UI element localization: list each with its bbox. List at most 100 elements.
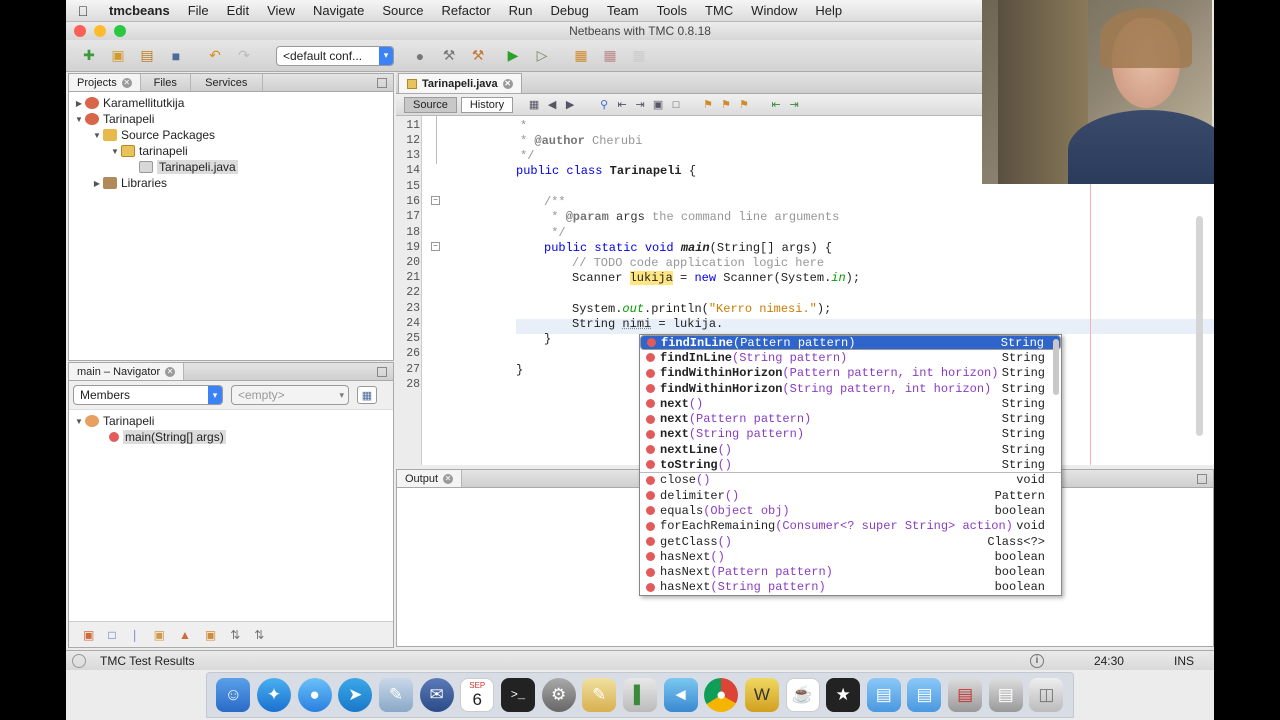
sort-by-name-icon[interactable]: ⇅ xyxy=(230,628,240,642)
numbers-icon[interactable]: ▌ xyxy=(622,678,657,712)
collapse-icon[interactable]: ▼ xyxy=(91,131,103,140)
find-next-icon[interactable]: ⇥ xyxy=(633,98,647,112)
completion-item[interactable]: close() void xyxy=(640,473,1061,488)
source-view-button[interactable]: Source xyxy=(404,96,457,113)
last-edit-icon[interactable]: ▦ xyxy=(527,98,541,112)
save-all-icon[interactable]: ■ xyxy=(165,45,187,67)
preview-icon[interactable]: ✎ xyxy=(378,678,413,712)
menu-team[interactable]: Team xyxy=(598,3,648,18)
next-bookmark-icon[interactable]: ⚑ xyxy=(719,98,733,112)
minimize-window-icon[interactable] xyxy=(94,25,106,37)
java-icon[interactable]: ☕ xyxy=(785,678,820,712)
redo-icon[interactable]: ↷ xyxy=(233,45,255,67)
close-icon[interactable]: ✕ xyxy=(443,473,454,484)
completion-item[interactable]: toString() String xyxy=(640,457,1061,473)
wireshark-icon[interactable]: ◄ xyxy=(663,678,698,712)
tree-item-libraries[interactable]: ▶ Libraries xyxy=(69,175,393,191)
expand-icon[interactable]: ▶ xyxy=(91,179,103,188)
menu-window[interactable]: Window xyxy=(742,3,806,18)
finder-icon[interactable]: ☺ xyxy=(216,678,251,712)
globe-icon[interactable]: ● xyxy=(409,45,431,67)
apple-icon[interactable]:  xyxy=(66,3,100,19)
tab-services[interactable]: Services xyxy=(191,74,263,91)
toggle-bookmark-icon[interactable]: ⚑ xyxy=(737,98,751,112)
open-project-icon[interactable]: ▤ xyxy=(136,45,158,67)
close-icon[interactable]: ✕ xyxy=(121,77,132,88)
show-static-icon[interactable]: ❘ xyxy=(130,628,140,642)
build-icon[interactable]: ⚒ xyxy=(438,45,460,67)
nav-item-main[interactable]: main(String[] args) xyxy=(69,429,393,445)
menu-app-name[interactable]: tmcbeans xyxy=(100,3,179,18)
messages-icon[interactable]: ● xyxy=(297,678,332,712)
tab-tarinapeli-java[interactable]: Tarinapeli.java ✕ xyxy=(398,73,522,93)
fold-toggle-icon[interactable]: − xyxy=(431,196,440,205)
info-icon[interactable]: i xyxy=(1029,653,1044,668)
history-view-button[interactable]: History xyxy=(460,96,514,113)
completion-item[interactable]: hasNext() boolean xyxy=(640,549,1061,564)
safari-icon[interactable]: ✦ xyxy=(256,678,291,712)
close-icon[interactable]: ✕ xyxy=(165,366,176,377)
menu-debug[interactable]: Debug xyxy=(542,3,598,18)
cs-app-icon[interactable]: ★ xyxy=(826,678,861,712)
completion-item[interactable]: getClass() Class<?> xyxy=(640,534,1061,549)
tree-item-package-tarinapeli[interactable]: ▼ tarinapeli xyxy=(69,143,393,159)
tmc-test-results-link[interactable]: TMC Test Results xyxy=(100,654,194,668)
filter-icon[interactable]: ▣ xyxy=(205,628,216,642)
completion-item[interactable]: forEachRemaining(Consumer<? super String… xyxy=(640,519,1061,534)
menu-tmc[interactable]: TMC xyxy=(696,3,742,18)
tree-item-tarinapeli-java[interactable]: Tarinapeli.java xyxy=(69,159,393,175)
completion-item[interactable]: hasNext(Pattern pattern) boolean xyxy=(640,564,1061,579)
editor-scrollbar[interactable] xyxy=(1196,216,1203,436)
menu-edit[interactable]: Edit xyxy=(218,3,258,18)
menu-navigate[interactable]: Navigate xyxy=(304,3,373,18)
tmc-run-tests-icon[interactable]: ▦ xyxy=(570,45,592,67)
show-inner-classes-icon[interactable]: ▲ xyxy=(179,628,191,642)
forward-icon[interactable]: ▶ xyxy=(563,98,577,112)
navigator-options-icon[interactable]: ▦ xyxy=(357,386,377,404)
completion-item[interactable]: nextLine() String xyxy=(640,442,1061,457)
completion-item[interactable]: findInLine(Pattern pattern) String xyxy=(640,335,1061,351)
tmc-paste-icon[interactable]: ▦ xyxy=(628,45,650,67)
zoom-window-icon[interactable] xyxy=(114,25,126,37)
back-icon[interactable]: ◀ xyxy=(545,98,559,112)
menu-refactor[interactable]: Refactor xyxy=(433,3,500,18)
tab-output[interactable]: Output ✕ xyxy=(397,470,463,487)
members-select[interactable]: Members ▾ xyxy=(73,385,223,405)
tab-files[interactable]: Files xyxy=(141,74,191,91)
screenshot-stack-icon[interactable]: ▤ xyxy=(948,678,983,712)
toggle-rect-selection-icon[interactable]: □ xyxy=(669,98,683,112)
show-inherited-icon[interactable]: ▣ xyxy=(83,628,94,642)
collapse-icon[interactable]: ▼ xyxy=(109,147,121,156)
tmc-icon[interactable]: W xyxy=(744,678,779,712)
undo-icon[interactable]: ↶ xyxy=(204,45,226,67)
completion-item[interactable]: next(String pattern) String xyxy=(640,427,1061,442)
minimize-panel-icon[interactable] xyxy=(377,366,387,377)
textedit-icon[interactable]: ✎ xyxy=(582,678,617,712)
documents-folder-icon[interactable]: ▤ xyxy=(907,678,942,712)
sort-by-source-icon[interactable]: ⇅ xyxy=(254,628,264,642)
completion-item[interactable]: findWithinHorizon(String pattern, int ho… xyxy=(640,381,1061,396)
menu-tools[interactable]: Tools xyxy=(648,3,696,18)
tree-item-tarinapeli[interactable]: ▼ Tarinapeli xyxy=(69,111,393,127)
find-icon[interactable]: ⚲ xyxy=(597,98,611,112)
menu-source[interactable]: Source xyxy=(373,3,432,18)
completion-item[interactable]: findInLine(String pattern) String xyxy=(640,350,1061,365)
tree-item-source-packages[interactable]: ▼ Source Packages xyxy=(69,127,393,143)
telegram-icon[interactable]: ➤ xyxy=(338,678,373,712)
menu-file[interactable]: File xyxy=(179,3,218,18)
completion-scrollbar[interactable] xyxy=(1053,339,1059,395)
show-non-public-icon[interactable]: ▣ xyxy=(154,628,165,642)
collapse-icon[interactable]: ▼ xyxy=(73,417,85,426)
filter-select[interactable]: <empty> ▾ xyxy=(231,385,349,405)
completion-item[interactable]: hasNext(String pattern) boolean xyxy=(640,580,1061,595)
minimize-panel-icon[interactable] xyxy=(377,77,387,88)
tab-projects[interactable]: Projects ✕ xyxy=(69,74,141,91)
completion-item[interactable]: next() String xyxy=(640,396,1061,411)
completion-item[interactable]: next(Pattern pattern) String xyxy=(640,411,1061,426)
shift-right-icon[interactable]: ⇥ xyxy=(787,98,801,112)
show-fields-icon[interactable]: □ xyxy=(108,628,115,642)
trash-icon[interactable]: ◫ xyxy=(1029,678,1064,712)
downloads-stack-icon[interactable]: ▤ xyxy=(988,678,1023,712)
collapse-icon[interactable]: ▼ xyxy=(73,115,85,124)
applications-folder-icon[interactable]: ▤ xyxy=(866,678,901,712)
